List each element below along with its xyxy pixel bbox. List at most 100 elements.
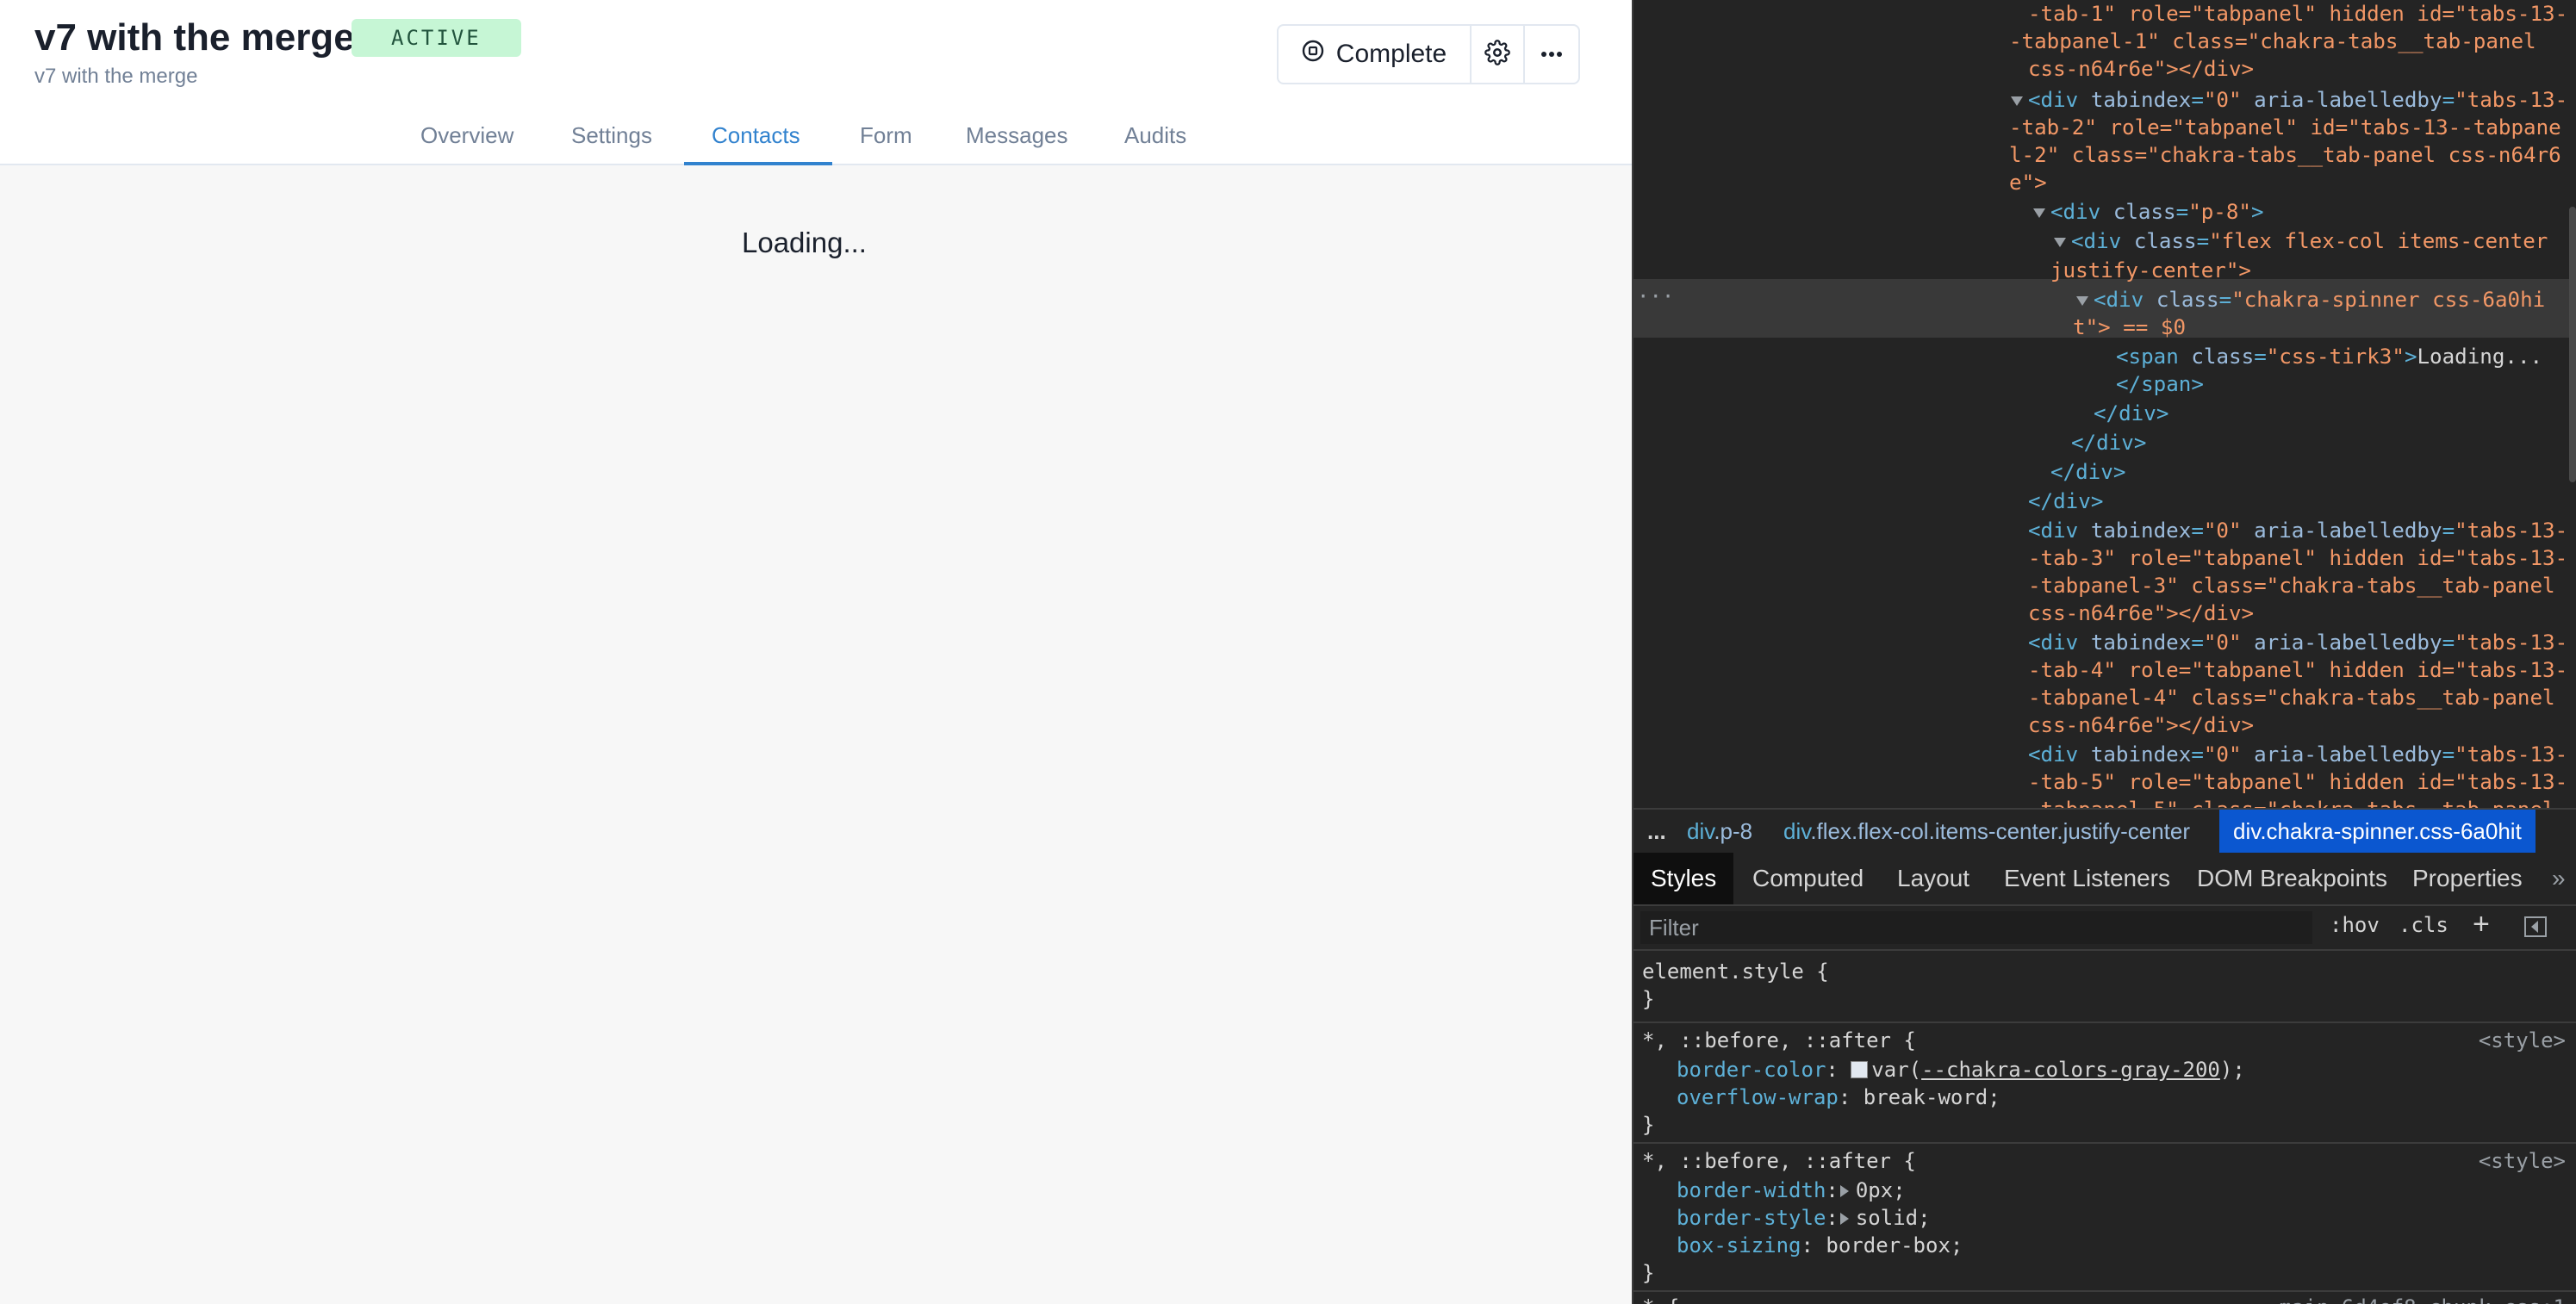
tab-messages[interactable]: Messages xyxy=(966,121,1068,164)
dom-scrollbar[interactable] xyxy=(2569,207,2576,482)
dom-node-line[interactable]: </div> xyxy=(2050,458,2125,487)
dom-node-line[interactable]: css-n64r6e"></div> xyxy=(2028,599,2254,628)
dom-node-line[interactable]: <div tabindex="0" aria-labelledby="tabs-… xyxy=(2028,741,2567,769)
styles-filter-row: Filter :hov .cls + xyxy=(1633,906,2576,951)
tab-computed[interactable]: Computed xyxy=(1752,853,1864,904)
dom-node-line[interactable]: <div tabindex="0" aria-labelledby="tabs-… xyxy=(2028,517,2567,545)
breadcrumb-item-selected[interactable]: div.chakra-spinner.css-6a0hit xyxy=(2219,810,2536,853)
dom-node-line[interactable]: <div tabindex="0" aria-labelledby="tabs-… xyxy=(2028,629,2567,657)
css-declaration[interactable]: border-width: 0px; xyxy=(1677,1177,1906,1204)
tab-list: Overview Settings Contacts Form Messages… xyxy=(0,121,1632,165)
dom-node-line[interactable]: -tab-4" role="tabpanel" hidden id="tabs-… xyxy=(2028,656,2567,685)
dom-node-line[interactable]: <span class="css-tirk3">Loading... xyxy=(2116,343,2542,371)
dom-node-line[interactable]: </div> xyxy=(2071,429,2146,457)
rule-selector[interactable]: *, ::before, ::after { xyxy=(1642,1027,1916,1054)
css-declaration[interactable]: overflow-wrap: break-word; xyxy=(1677,1084,2000,1111)
expand-triangle-icon[interactable] xyxy=(2011,96,2023,106)
rule-selector[interactable]: *, ::before, ::after { xyxy=(1642,1147,1916,1175)
dom-node-line[interactable]: -tab-2" role="tabpanel" id="tabs-13--tab… xyxy=(2009,114,2561,142)
rule-divider xyxy=(1633,1290,2576,1292)
dom-node-line[interactable]: justify-center"> xyxy=(2050,257,2251,285)
gear-icon xyxy=(1484,39,1510,70)
tab-dom-breakpoints[interactable]: DOM Breakpoints xyxy=(2197,853,2387,904)
dom-node-line[interactable]: t"> == $0 xyxy=(2073,314,2186,342)
more-tabs-chevron-icon[interactable]: » xyxy=(2552,853,2566,904)
styles-tab-bar: Styles Computed Layout Event Listeners D… xyxy=(1633,853,2576,906)
expand-triangle-icon[interactable] xyxy=(2033,208,2045,218)
dom-node-line[interactable]: <div class="p-8"> xyxy=(2050,198,2264,227)
dom-node-line[interactable]: </span> xyxy=(2116,370,2204,399)
hov-toggle[interactable]: :hov xyxy=(2330,913,2380,937)
tab-properties[interactable]: Properties xyxy=(2412,853,2523,904)
loading-text: Loading... xyxy=(742,227,867,258)
add-rule-icon[interactable]: + xyxy=(2473,908,2490,941)
css-declaration[interactable]: border-style: solid; xyxy=(1677,1204,1931,1232)
complete-button-label: Complete xyxy=(1335,40,1447,68)
rule-close-brace: } xyxy=(1642,987,1655,1011)
rule-source-link[interactable]: main.6d4ef8.chunk.css:1 xyxy=(2280,1294,2566,1304)
node-ellipsis-icon[interactable]: ··· xyxy=(1637,283,1674,311)
rule-divider xyxy=(1633,1021,2576,1023)
active-tab-indicator xyxy=(684,162,832,165)
tab-styles[interactable]: Styles xyxy=(1633,853,1734,904)
dom-node-line[interactable]: <div class="flex flex-col items-center xyxy=(2071,227,2548,256)
stop-circle-icon xyxy=(1302,40,1324,69)
complete-button[interactable]: Complete xyxy=(1279,26,1472,83)
tab-audits[interactable]: Audits xyxy=(1124,121,1186,164)
dom-node-line[interactable]: css-n64r6e"></div> xyxy=(2028,711,2254,740)
dom-node-line[interactable]: -tabpanel-5" class="chakra-tabs__tab-pan… xyxy=(2028,796,2555,808)
element-style-selector[interactable]: element.style { xyxy=(1642,958,1829,985)
page-subtitle: v7 with the merge xyxy=(34,65,198,88)
breadcrumb-item[interactable]: div.p-8 xyxy=(1687,817,1752,846)
css-declaration[interactable]: box-sizing: border-box; xyxy=(1677,1232,1963,1259)
elements-dom-tree[interactable]: ··· -tab-1" role="tabpanel" hidden id="t… xyxy=(1633,0,2576,808)
expand-triangle-icon[interactable] xyxy=(2054,238,2066,247)
css-declaration[interactable]: border-color: var(--chakra-colors-gray-2… xyxy=(1677,1056,2245,1084)
ellipsis-icon xyxy=(1540,47,1563,62)
dom-node-line[interactable]: <div tabindex="0" aria-labelledby="tabs-… xyxy=(2028,86,2567,115)
toggle-sidebar-icon[interactable] xyxy=(2524,916,2547,937)
expand-shorthand-icon[interactable] xyxy=(1839,1213,1849,1225)
devtools-panel: ··· -tab-1" role="tabpanel" hidden id="t… xyxy=(1632,0,2576,1304)
more-options-button[interactable] xyxy=(1525,26,1578,83)
styles-filter-input[interactable]: Filter xyxy=(1640,911,2312,944)
rule-source-link[interactable]: <style> xyxy=(2479,1027,2566,1054)
dom-node-line[interactable]: -tab-1" role="tabpanel" hidden id="tabs-… xyxy=(2028,0,2567,28)
dom-node-line[interactable]: -tabpanel-1" class="chakra-tabs__tab-pan… xyxy=(2009,28,2536,56)
tab-overview[interactable]: Overview xyxy=(420,121,513,164)
app-pane: v7 with the merge ACTIVE v7 with the mer… xyxy=(0,0,1632,1304)
rule-close-brace: } xyxy=(1642,1113,1655,1137)
tab-contacts[interactable]: Contacts xyxy=(712,121,800,164)
page-header: v7 with the merge ACTIVE v7 with the mer… xyxy=(0,0,1632,165)
rule-close-brace: } xyxy=(1642,1261,1655,1285)
tab-form[interactable]: Form xyxy=(860,121,912,164)
expand-shorthand-icon[interactable] xyxy=(1839,1185,1849,1197)
expand-triangle-icon[interactable] xyxy=(2076,296,2088,306)
dom-node-line[interactable]: l-2" class="chakra-tabs__tab-panel css-n… xyxy=(2009,141,2561,170)
dom-node-line[interactable]: -tab-3" role="tabpanel" hidden id="tabs-… xyxy=(2028,544,2567,573)
settings-button[interactable] xyxy=(1472,26,1525,83)
dom-node-line[interactable]: -tabpanel-4" class="chakra-tabs__tab-pan… xyxy=(2028,684,2555,712)
cls-toggle[interactable]: .cls xyxy=(2399,913,2448,937)
breadcrumb-ellipsis[interactable]: ... xyxy=(1647,817,1666,846)
tab-event-listeners[interactable]: Event Listeners xyxy=(2004,853,2170,904)
action-button-group: Complete xyxy=(1277,24,1580,84)
dom-node-line[interactable]: <div class="chakra-spinner css-6a0hi xyxy=(2094,286,2545,314)
status-badge: ACTIVE xyxy=(352,19,521,57)
breadcrumb-item[interactable]: div.flex.flex-col.items-center.justify-c… xyxy=(1783,817,2190,846)
rule-divider xyxy=(1633,1142,2576,1144)
tab-layout[interactable]: Layout xyxy=(1897,853,1969,904)
dom-breadcrumb: ... div.p-8 div.flex.flex-col.items-cent… xyxy=(1633,808,2576,854)
dom-node-line[interactable]: e"> xyxy=(2009,169,2047,197)
tab-settings[interactable]: Settings xyxy=(571,121,652,164)
dom-node-line[interactable]: -tabpanel-3" class="chakra-tabs__tab-pan… xyxy=(2028,572,2555,600)
dom-node-line[interactable]: </div> xyxy=(2028,487,2103,516)
color-swatch[interactable] xyxy=(1851,1061,1869,1078)
rule-source-link[interactable]: <style> xyxy=(2479,1147,2566,1175)
dom-node-line[interactable]: -tab-5" role="tabpanel" hidden id="tabs-… xyxy=(2028,768,2567,797)
page-title: v7 with the merge xyxy=(34,16,355,59)
style-rules-pane: element.style { } *, ::before, ::after {… xyxy=(1633,951,2576,1304)
dom-node-line[interactable]: css-n64r6e"></div> xyxy=(2028,55,2254,84)
rule-selector[interactable]: * { xyxy=(1642,1294,1679,1304)
dom-node-line[interactable]: </div> xyxy=(2094,400,2168,428)
